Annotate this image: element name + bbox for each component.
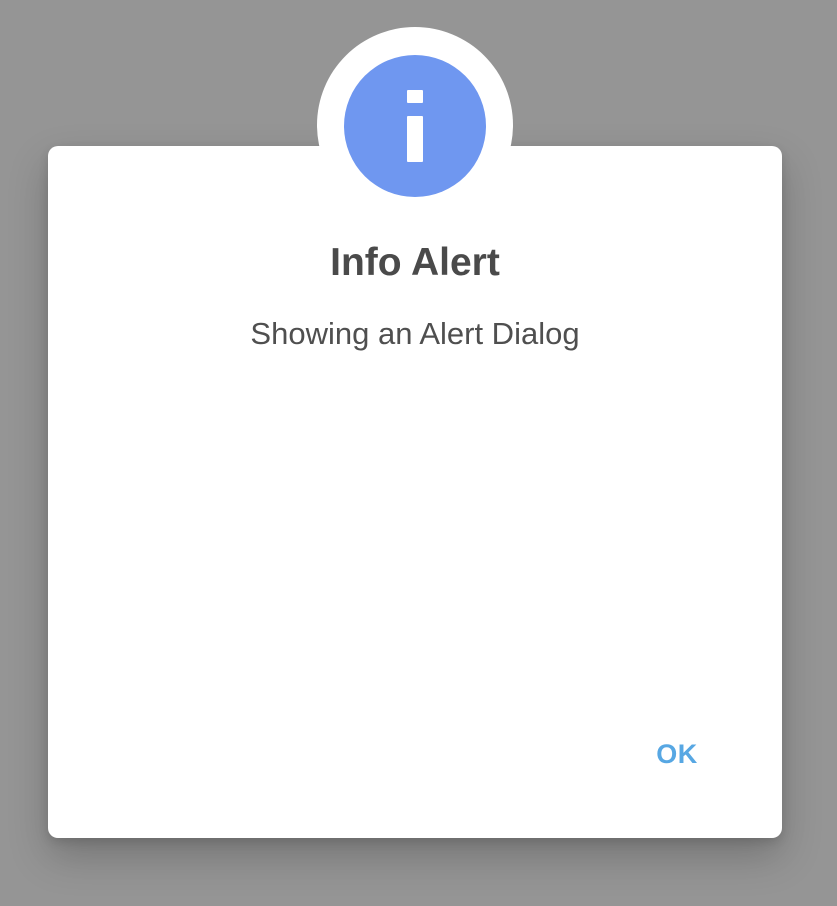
dialog-title: Info Alert	[330, 241, 500, 284]
dialog-message: Showing an Alert Dialog	[250, 316, 580, 351]
info-icon	[344, 55, 486, 197]
info-icon-glyph	[407, 90, 423, 162]
ok-button[interactable]: OK	[636, 728, 718, 780]
